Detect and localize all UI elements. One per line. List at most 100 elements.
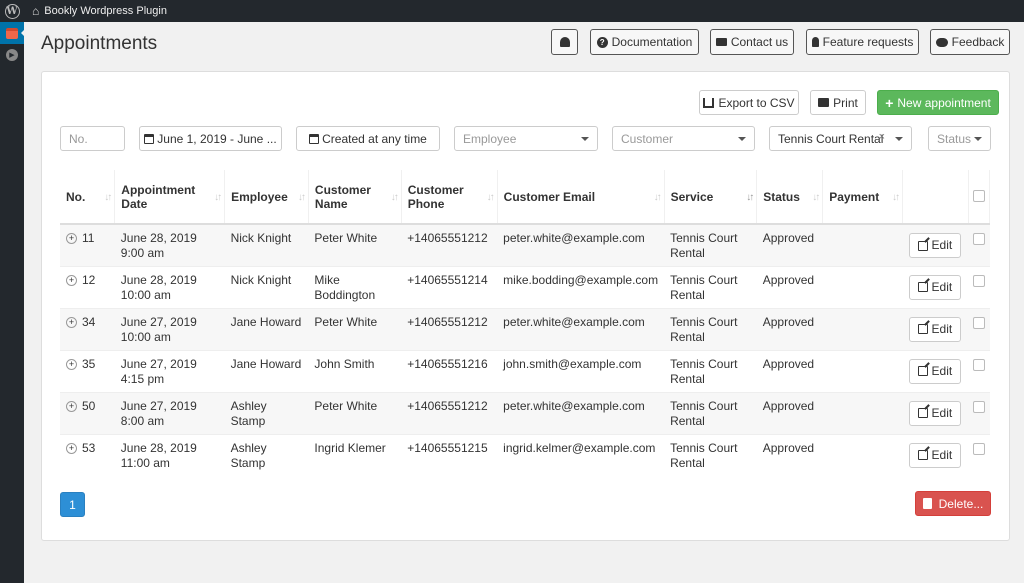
print-button[interactable]: Print — [810, 90, 866, 115]
cell-no: +53 — [60, 433, 115, 476]
row-checkbox[interactable] — [973, 442, 985, 455]
customer-select[interactable]: Customer — [612, 126, 755, 151]
feature-label: Feature requests — [822, 35, 914, 49]
expand-row-icon[interactable]: + — [66, 358, 77, 370]
col-header-customer-email[interactable]: Customer Email ↓↑ — [497, 170, 665, 225]
edit-icon — [917, 282, 928, 292]
bell-icon — [559, 37, 570, 47]
table-row: +35 June 27, 2019 4:15 pm Jane Howard John … — [60, 349, 990, 392]
cell-actions: Edit — [902, 265, 969, 308]
lightbulb-icon — [811, 37, 819, 47]
contact-label: Contact us — [730, 35, 789, 49]
row-checkbox[interactable] — [973, 358, 985, 371]
cell-customer-name: Mike Boddington — [308, 265, 402, 308]
cell-date: June 28, 2019 9:00 am — [114, 223, 225, 266]
expand-row-icon[interactable]: + — [66, 316, 77, 328]
cell-no: +35 — [60, 349, 115, 392]
select-all-checkbox[interactable] — [973, 190, 985, 202]
expand-row-icon[interactable]: + — [66, 400, 77, 412]
service-select[interactable]: Tennis Court Rental × — [769, 126, 912, 151]
cell-payment — [822, 433, 903, 476]
edit-icon — [917, 240, 928, 251]
cell-customer-phone: +14065551215 — [401, 433, 498, 476]
clear-icon[interactable]: × — [879, 131, 885, 143]
status-select[interactable]: Status — [928, 126, 991, 151]
feedback-button[interactable]: Feedback — [930, 29, 1010, 55]
date-range-filter[interactable]: June 1, 2019 - June ... — [139, 126, 282, 151]
cell-status: Approved — [756, 349, 823, 392]
wordpress-logo-icon[interactable]: W — [0, 0, 24, 22]
col-header-payment[interactable]: Payment ↓↑ — [822, 170, 904, 225]
col-header-actions — [902, 170, 970, 225]
table-row: +34 June 27, 2019 10:00 am Jane Howard Pete… — [60, 307, 990, 350]
id-filter-input[interactable]: No. — [60, 126, 125, 151]
cell-customer-email: peter.white@example.com — [497, 223, 665, 266]
col-header-customer-name[interactable]: Customer Name ↓↑ — [308, 170, 402, 225]
col-header-service[interactable]: Service ↓↑ — [664, 170, 758, 225]
cell-customer-name: John Smith — [308, 349, 402, 392]
cell-date: June 28, 2019 11:00 am — [114, 433, 225, 476]
cell-customer-name: Peter White — [308, 223, 402, 266]
contact-us-button[interactable]: Contact us — [710, 29, 794, 55]
cell-select — [968, 433, 990, 476]
expand-row-icon[interactable]: + — [66, 442, 77, 454]
edit-button[interactable]: Edit — [908, 442, 962, 468]
edit-button[interactable]: Edit — [908, 274, 962, 300]
cell-employee: Jane Howard — [224, 349, 309, 392]
row-checkbox[interactable] — [973, 274, 985, 287]
delete-button[interactable]: Delete... — [915, 491, 991, 516]
active-arrow-icon — [21, 29, 25, 37]
cell-actions: Edit — [902, 307, 969, 350]
cell-customer-phone: +14065551216 — [401, 349, 498, 392]
edit-icon — [917, 324, 928, 334]
row-checkbox[interactable] — [973, 233, 985, 245]
cell-no: +50 — [60, 391, 115, 434]
col-header-no[interactable]: No. ↓↑ — [60, 170, 116, 225]
cell-date: June 27, 2019 8:00 am — [114, 391, 225, 434]
new-appointment-button[interactable]: + New appointment — [877, 90, 999, 115]
edit-button[interactable]: Edit — [908, 400, 962, 426]
col-header-status[interactable]: Status ↓↑ — [756, 170, 824, 225]
cell-payment — [822, 307, 903, 350]
cell-service: Tennis Court Rental — [664, 265, 757, 308]
admin-sidebar: ▶ — [0, 22, 25, 583]
expand-row-icon[interactable]: + — [66, 233, 77, 245]
status-placeholder: Status — [937, 131, 972, 146]
sidebar-item-bookly[interactable] — [0, 22, 25, 44]
sort-icon: ↓↑ — [390, 192, 399, 203]
col-header-employee[interactable]: Employee ↓↑ — [224, 170, 309, 225]
row-checkbox[interactable] — [973, 316, 985, 329]
cell-customer-name: Peter White — [308, 307, 402, 350]
sidebar-item-media[interactable]: ▶ — [0, 44, 24, 66]
edit-button[interactable]: Edit — [908, 358, 962, 384]
site-title-link[interactable]: Bookly Wordpress Plugin — [44, 5, 167, 17]
cell-customer-phone: +14065551214 — [401, 265, 498, 308]
created-date-filter[interactable]: Created at any time — [296, 126, 440, 151]
feature-requests-button[interactable]: Feature requests — [806, 29, 919, 55]
sort-icon: ↓↑ — [892, 192, 900, 203]
export-csv-button[interactable]: Export to CSV — [699, 90, 799, 115]
expand-row-icon[interactable]: + — [66, 274, 77, 286]
cell-customer-name: Ingrid Klemer — [308, 433, 402, 476]
cell-service: Tennis Court Rental — [664, 349, 757, 392]
row-checkbox[interactable] — [973, 400, 985, 413]
documentation-button[interactable]: ? Documentation — [590, 29, 699, 55]
appointments-panel: Export to CSV Print + New appointment No… — [41, 71, 1010, 541]
edit-icon — [917, 408, 928, 418]
print-icon — [818, 98, 830, 107]
employee-select[interactable]: Employee — [454, 126, 598, 151]
home-icon[interactable]: ⌂ — [32, 4, 39, 18]
appointments-table: No. ↓↑ Appointment Date ↓↑ Employee ↓↑ Cust… — [60, 170, 990, 476]
edit-button[interactable]: Edit — [908, 316, 962, 342]
notifications-button[interactable] — [551, 29, 578, 55]
cell-customer-email: peter.white@example.com — [497, 391, 665, 434]
col-header-customer-phone[interactable]: Customer Phone ↓↑ — [401, 170, 498, 225]
pagination-page-1[interactable]: 1 — [60, 492, 85, 517]
export-label: Export to CSV — [718, 95, 795, 110]
table-row: +11 June 28, 2019 9:00 am Nick Knight Peter… — [60, 223, 990, 266]
created-label: Created at any time — [322, 131, 427, 146]
cell-payment — [822, 223, 903, 266]
cell-employee: Nick Knight — [224, 265, 309, 308]
edit-button[interactable]: Edit — [908, 233, 962, 258]
col-header-date[interactable]: Appointment Date ↓↑ — [114, 170, 226, 225]
